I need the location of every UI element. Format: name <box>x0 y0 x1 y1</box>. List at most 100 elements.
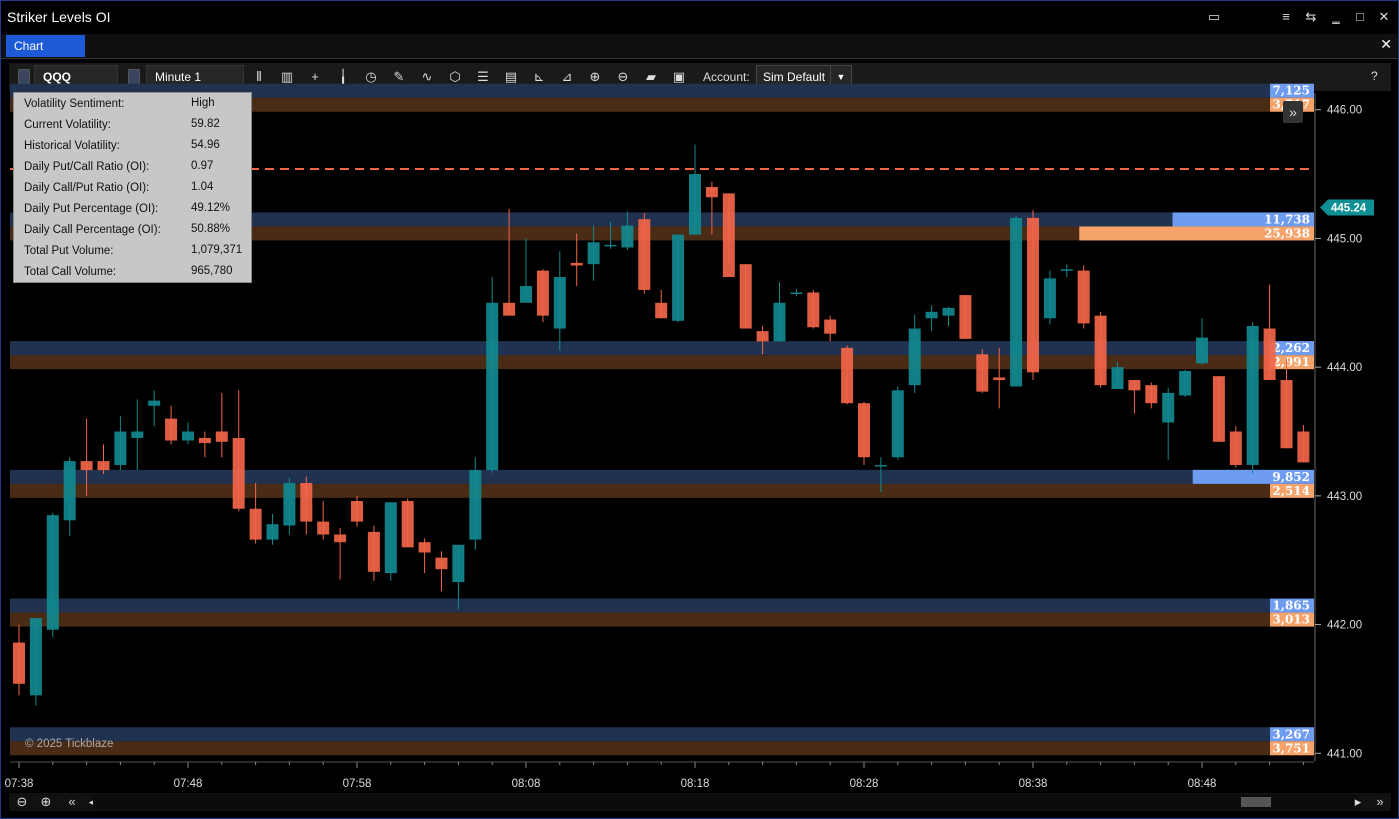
last-price-label: 445.24 <box>1331 203 1367 215</box>
candle-body <box>182 431 194 441</box>
candle-body <box>874 464 887 467</box>
info-row: Historical Volatility: 54.96 <box>14 135 251 156</box>
put-level-label: 3,751 <box>1272 741 1310 755</box>
candle-body <box>165 418 178 441</box>
candle-body <box>858 403 870 458</box>
candle-body <box>739 264 752 329</box>
scroll-right-icon[interactable]: ▸ <box>1349 793 1367 811</box>
candle-body <box>80 461 93 471</box>
time-tick-label: 08:18 <box>681 778 710 790</box>
call-level-band <box>10 341 1314 356</box>
candle-body <box>824 319 837 334</box>
candle-body <box>384 502 397 574</box>
info-value: High <box>191 97 215 109</box>
candle-body <box>317 521 330 535</box>
candle-body <box>942 307 955 316</box>
candle-body <box>1212 376 1225 442</box>
info-row: Current Volatility: 59.82 <box>14 114 251 135</box>
candle-body <box>1179 371 1192 396</box>
candle-body <box>891 390 904 458</box>
candle-body <box>689 174 701 235</box>
info-row: Volatility Sentiment: High <box>14 93 251 114</box>
candle-body <box>1280 380 1293 449</box>
candle-body <box>655 302 668 319</box>
candle-body <box>334 534 347 543</box>
info-value: 0.97 <box>191 160 214 172</box>
price-tick-label: 446.00 <box>1327 105 1362 117</box>
put-level-band <box>10 612 1314 627</box>
candle-body <box>1263 328 1276 381</box>
candle-body <box>925 311 938 319</box>
candle-body <box>570 262 583 266</box>
info-label: Total Call Volume: <box>24 266 117 278</box>
candle-body <box>1297 431 1310 463</box>
candle-body <box>756 331 769 342</box>
info-row: Daily Call Percentage (OI): 50.88% <box>14 219 251 240</box>
call-level-label: 3,267 <box>1272 727 1310 741</box>
candle-body <box>790 292 803 294</box>
candle-body <box>638 219 651 290</box>
candle-body <box>215 431 228 442</box>
candle-body <box>503 302 516 316</box>
info-label: Current Volatility: <box>24 119 111 131</box>
zoom-out-icon[interactable]: ⊖ <box>13 793 31 811</box>
candle-body <box>249 508 262 540</box>
candle-body <box>1094 315 1107 386</box>
scroll-to-start-icon[interactable]: « <box>63 793 81 811</box>
zoom-in-icon[interactable]: ⊕ <box>37 793 55 811</box>
time-tick-label: 07:48 <box>174 778 203 790</box>
candle-body <box>773 302 786 342</box>
candle-body <box>993 377 1006 381</box>
candle-body <box>1060 269 1073 271</box>
candle-body <box>587 242 600 265</box>
candle-body <box>1111 367 1124 390</box>
candle-body <box>401 501 414 548</box>
horizontal-scrollbar[interactable] <box>93 795 1359 809</box>
info-row: Daily Put/Call Ratio (OI): 0.97 <box>14 156 251 177</box>
info-row: Daily Call/Put Ratio (OI): 1.04 <box>14 177 251 198</box>
info-row: Total Call Volume: 965,780 <box>14 261 251 282</box>
scroll-to-end-icon[interactable]: » <box>1371 793 1389 811</box>
candle-body <box>604 244 617 247</box>
candle-body <box>232 437 245 509</box>
put-level-band <box>10 483 1314 498</box>
call-level-band <box>10 727 1314 742</box>
call-level-label: 2,262 <box>1272 341 1310 355</box>
candle-body <box>367 531 380 572</box>
candle-body <box>469 470 482 540</box>
info-label: Daily Put/Call Ratio (OI): <box>24 161 150 173</box>
candle-body <box>536 270 549 316</box>
price-tick-label: 445.00 <box>1327 233 1362 245</box>
copyright-text: © 2025 Tickblaze <box>25 738 114 750</box>
app-window: Striker Levels OI ▭ ≡ ⇆ ‗ □ ✕ Chart ✕ QQ… <box>0 0 1399 819</box>
candle-body <box>1027 217 1039 373</box>
time-tick-label: 08:38 <box>1019 778 1048 790</box>
candle-body <box>198 437 211 444</box>
info-label: Volatility Sentiment: <box>24 98 125 110</box>
double-chevron-right-icon: » <box>1289 104 1297 120</box>
candle-body <box>1145 385 1158 404</box>
candle-body <box>621 225 634 248</box>
scrollbar-thumb[interactable] <box>1241 797 1271 807</box>
candle-body <box>1077 270 1090 324</box>
info-label: Daily Call Percentage (OI): <box>24 224 161 236</box>
candle-body <box>1229 431 1242 465</box>
info-label: Historical Volatility: <box>24 140 120 152</box>
time-tick-label: 08:08 <box>512 778 541 790</box>
info-label: Daily Call/Put Ratio (OI): <box>24 182 150 194</box>
candle-body <box>807 292 820 328</box>
info-label: Daily Put Percentage (OI): <box>24 203 159 215</box>
candle-body <box>283 482 296 526</box>
call-level-label: 9,852 <box>1272 470 1310 484</box>
candle-body <box>553 277 566 329</box>
candle-body <box>13 642 25 684</box>
put-level-label: 3,013 <box>1272 613 1310 627</box>
put-level-band <box>10 355 1314 370</box>
chart-navigation-bar: ⊖ ⊕ « ◂ ▸ » <box>9 793 1391 811</box>
candle-body <box>841 347 854 404</box>
put-level-label: 2,991 <box>1272 355 1310 369</box>
info-value: 50.88% <box>191 223 231 235</box>
time-tick-label: 07:38 <box>5 778 34 790</box>
info-value: 49.12% <box>191 202 231 214</box>
candle-body <box>148 400 161 406</box>
